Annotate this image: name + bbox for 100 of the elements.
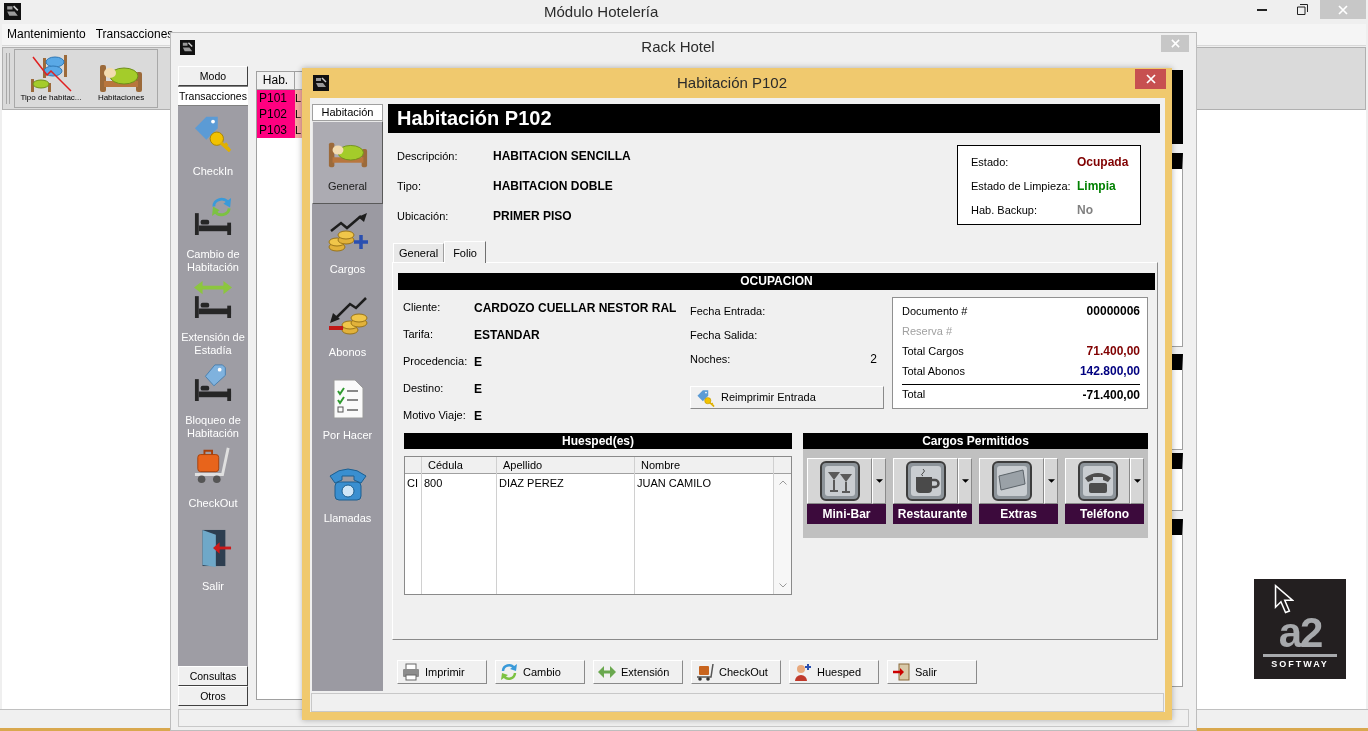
toolbar-button[interactable]: Tipo de habitac...	[16, 50, 86, 107]
window-title: Rack Hotel	[640, 38, 716, 56]
status-label: Estado:	[971, 154, 1010, 170]
field-label: Descripción:	[397, 148, 459, 164]
sidebar-item[interactable]: General	[312, 121, 383, 204]
app-icon	[313, 75, 329, 91]
sidebar-tab[interactable]: Otros	[178, 686, 248, 706]
status-value: No	[1077, 202, 1093, 219]
tab[interactable]: Folio	[444, 241, 486, 263]
close-icon	[1145, 74, 1156, 84]
window-title: Habitación P102	[675, 74, 789, 92]
sidebar-tab[interactable]: Consultas	[178, 666, 248, 686]
table-header-cell	[405, 457, 421, 474]
caret-icon	[961, 479, 969, 483]
charge-button[interactable]: Restaurante	[893, 458, 972, 524]
toolbar-button[interactable]: Habitaciones	[86, 50, 156, 107]
action-button[interactable]: Cambio	[495, 660, 585, 684]
beds-icon	[29, 53, 73, 93]
coins-minus-icon	[327, 296, 368, 336]
action-button[interactable]: Imprimir	[397, 660, 487, 684]
luggage-cart-icon	[194, 446, 232, 484]
status-value: Limpia	[1077, 178, 1116, 195]
action-button[interactable]: CheckOut	[691, 660, 781, 684]
key-tag-icon	[194, 114, 232, 152]
field-value: E	[474, 380, 482, 398]
status-value: Ocupada	[1077, 154, 1129, 171]
printer-icon	[402, 663, 420, 681]
field-value: HABITACION DOBLE	[493, 178, 613, 195]
table-cell: L	[295, 122, 302, 138]
table-cell-text: 800	[423, 476, 444, 491]
menu-item[interactable]: Transacciones	[95, 27, 174, 42]
minimize-icon	[1257, 8, 1267, 11]
table-cell: P101	[257, 90, 295, 106]
total-label: Total	[902, 387, 926, 403]
field-value: E	[474, 353, 482, 371]
close-icon	[1170, 39, 1180, 48]
close-icon	[1338, 4, 1348, 15]
luggage-cart-icon	[696, 663, 714, 681]
close-button[interactable]	[1135, 69, 1166, 89]
bed-arrow-icon	[194, 280, 232, 318]
field-label: Tarifa:	[403, 327, 434, 343]
table-cell-text: JUAN CAMILO	[636, 476, 712, 491]
charge-button[interactable]: Teléfono	[1065, 458, 1144, 524]
tab[interactable]: General	[393, 243, 445, 262]
table-header-cell: Apellido	[497, 457, 634, 474]
table-cell: P103	[257, 122, 295, 138]
caret-icon	[875, 479, 883, 483]
field-label: Fecha Entrada:	[690, 303, 766, 319]
total-label: Total Abonos	[902, 363, 965, 379]
section-header: Cargos Permitidos	[803, 433, 1148, 449]
sidebar-tab[interactable]: Transacciones	[178, 86, 248, 106]
table-cell-text: DIAZ PEREZ	[498, 476, 565, 491]
total-value: 00000006	[1086, 303, 1140, 320]
logo-mark: a2	[1278, 612, 1322, 654]
total-label: Reserva #	[902, 323, 953, 339]
person-plus-icon	[794, 663, 812, 681]
logo-tagline: SOFTWAY	[1271, 659, 1329, 670]
side-panel	[1172, 453, 1183, 511]
table-header-cell: Nombre	[635, 457, 773, 474]
action-button[interactable]: Huesped	[789, 660, 879, 684]
action-button[interactable]: Extensión	[593, 660, 683, 684]
table-cell-text: CI	[406, 476, 419, 491]
caret-icon	[1133, 479, 1141, 483]
status-label: Hab. Backup:	[971, 202, 1039, 218]
total-value: -71.400,00	[1082, 386, 1140, 404]
field-label: Destino:	[403, 381, 445, 397]
scrollbar[interactable]	[774, 474, 791, 594]
reprint-button[interactable]: Reimprimir Entrada	[690, 386, 884, 409]
key-tag-icon	[697, 388, 715, 407]
status-label: Estado de Limpieza:	[971, 178, 1072, 194]
glasses-icon	[819, 461, 860, 501]
charge-button[interactable]: Mini-Bar	[807, 458, 886, 524]
field-value: ESTANDAR	[474, 326, 540, 344]
chevron-down-icon	[778, 583, 787, 588]
action-button[interactable]: Salir	[887, 660, 977, 684]
dropdown-button[interactable]	[872, 458, 886, 504]
field-label: Ubicación:	[397, 208, 450, 224]
menu-item[interactable]: Mantenimiento	[7, 27, 86, 42]
field-label: Procedencia:	[403, 354, 469, 370]
sidebar-tab[interactable]: Habitación	[312, 104, 383, 121]
field-value: E	[474, 407, 482, 425]
door-exit-icon	[892, 663, 910, 681]
sidebar-tab[interactable]: Modo	[178, 66, 248, 86]
cup-icon	[905, 461, 946, 501]
field-label: Fecha Salida:	[690, 327, 758, 343]
field-value: CARDOZO CUELLAR NESTOR RAL	[474, 299, 677, 317]
dropdown-button[interactable]	[1130, 458, 1144, 504]
table-cell: L	[295, 90, 302, 106]
restore-icon	[1296, 4, 1308, 15]
bed-cycle-icon	[194, 197, 232, 235]
section-header: Huesped(es)	[404, 433, 792, 449]
table-header-cell	[774, 457, 791, 474]
cursor-icon	[1274, 584, 1294, 615]
charge-button[interactable]: Extras	[979, 458, 1058, 524]
chevron-up-icon	[778, 480, 787, 485]
app-icon	[4, 3, 21, 20]
dropdown-button[interactable]	[958, 458, 972, 504]
dropdown-button[interactable]	[1044, 458, 1058, 504]
refresh-icon	[500, 663, 518, 681]
table-header-cell: Hab.	[257, 72, 295, 90]
